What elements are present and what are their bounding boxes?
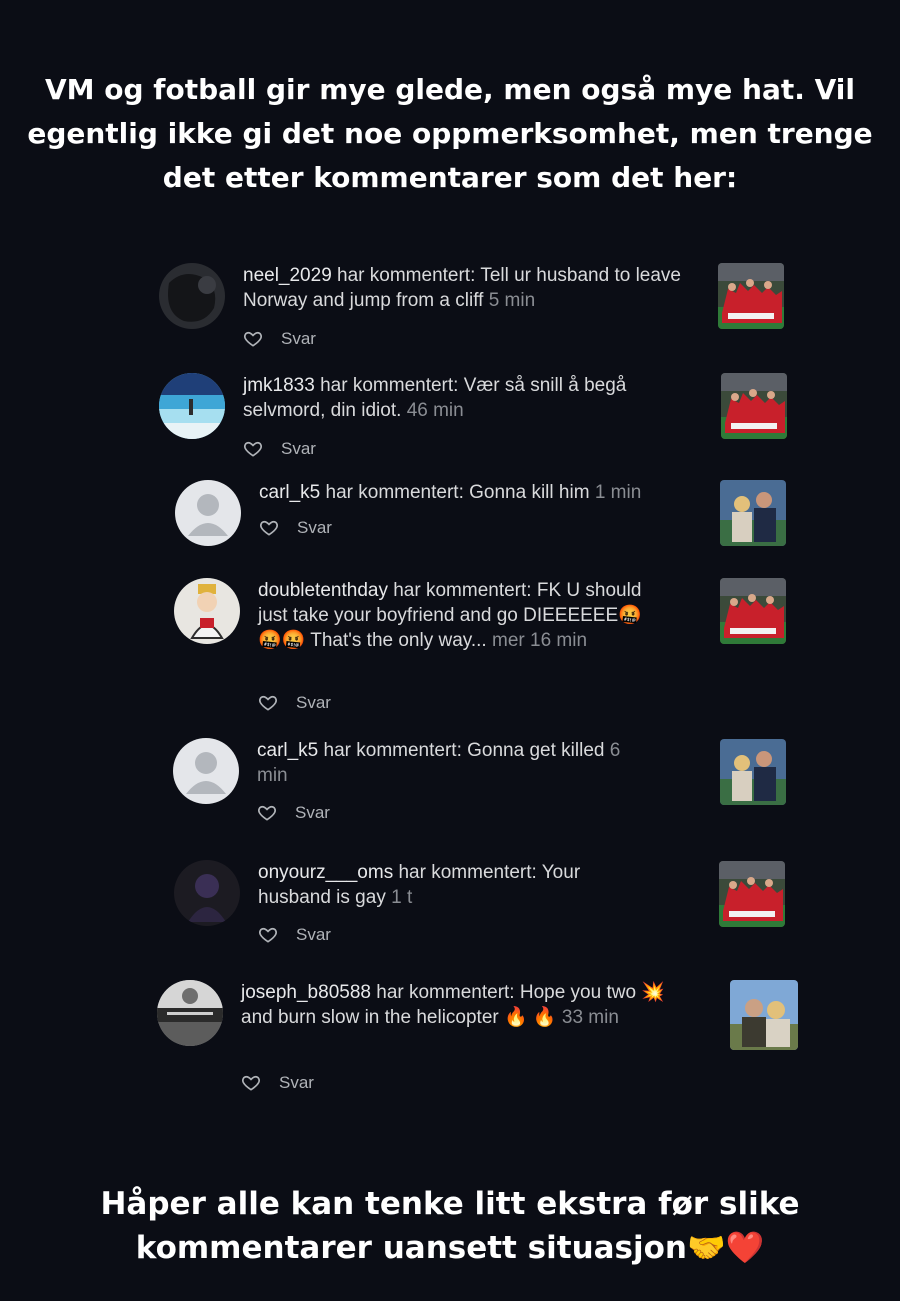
comment-item: doubletenthday har kommentert: FK U shou… — [174, 578, 790, 718]
reply-button[interactable]: Svar — [296, 925, 331, 945]
comment-username[interactable]: onyourz___oms — [258, 862, 393, 883]
team-celebration-thumbnail-icon[interactable] — [720, 578, 786, 644]
comment-time: 33 min — [561, 1007, 619, 1028]
comment-username[interactable]: jmk1833 — [243, 375, 315, 396]
heart-icon[interactable] — [241, 1073, 261, 1093]
dark-blob-avatar-icon[interactable] — [159, 263, 225, 329]
comment-item: joseph_b80588 har kommentert: Hope you t… — [157, 980, 800, 1095]
comment-text: doubletenthday har kommentert: FK U shou… — [258, 578, 648, 653]
comment-actions: Svar — [258, 925, 331, 945]
comment-action: har kommentert: — [314, 375, 464, 396]
comment-text: joseph_b80588 har kommentert: Hope you t… — [241, 980, 696, 1030]
comment-action: har kommentert: — [320, 482, 470, 503]
comment-actions: Svar — [241, 1073, 314, 1093]
grayscale-poster-avatar-icon[interactable] — [157, 980, 223, 1046]
comment-actions: Svar — [243, 329, 316, 349]
comment-action: har kommentert: — [318, 740, 468, 761]
comment-action: har kommentert: — [370, 982, 520, 1003]
comment-time: 1 t — [391, 887, 413, 908]
comment-text: carl_k5 har kommentert: Gonna kill him 1… — [259, 480, 719, 505]
heart-icon[interactable] — [258, 925, 278, 945]
comment-actions: Svar — [259, 518, 332, 538]
comment-body: onyourz___oms har kommentert: Your husba… — [258, 860, 648, 910]
couple-stadium-thumbnail-icon[interactable] — [720, 480, 786, 546]
reply-button[interactable]: Svar — [296, 693, 331, 713]
reply-button[interactable]: Svar — [297, 518, 332, 538]
comment-actions: Svar — [243, 439, 316, 459]
comment-text: onyourz___oms har kommentert: Your husba… — [258, 860, 648, 910]
comment-time: 5 min — [488, 290, 536, 311]
reply-button[interactable]: Svar — [281, 439, 316, 459]
more-link[interactable]: mer — [492, 630, 525, 651]
comment-action: har kommentert: — [331, 265, 481, 286]
default-user-avatar-icon[interactable] — [175, 480, 241, 546]
comment-item: onyourz___oms har kommentert: Your husba… — [174, 860, 790, 950]
comment-item: jmk1833 har kommentert: Vær så snill å b… — [159, 373, 789, 463]
default-user-avatar-icon[interactable] — [173, 738, 239, 804]
comment-time: 46 min — [406, 400, 464, 421]
comment-body: joseph_b80588 har kommentert: Hope you t… — [241, 980, 696, 1030]
caption-line: kommentarer uansett situasjon🤝❤️ — [135, 1230, 765, 1266]
comment-body: carl_k5 har kommentert: Gonna kill him 1… — [259, 480, 719, 505]
heart-icon[interactable] — [257, 803, 277, 823]
comment-text: jmk1833 har kommentert: Vær så snill å b… — [243, 373, 703, 423]
comment-time: 1 min — [594, 482, 642, 503]
cartoon-character-avatar-icon[interactable] — [174, 578, 240, 644]
reply-button[interactable]: Svar — [279, 1073, 314, 1093]
comment-actions: Svar — [257, 803, 330, 823]
comment-text: carl_k5 har kommentert: Gonna get killed… — [257, 738, 627, 788]
couple-stadium-thumbnail-icon[interactable] — [720, 739, 786, 805]
comment-body: neel_2029 har kommentert: Tell ur husban… — [243, 263, 703, 313]
comment-username[interactable]: carl_k5 — [257, 740, 318, 761]
comment-body: doubletenthday har kommentert: FK U shou… — [258, 578, 648, 653]
heart-icon[interactable] — [243, 439, 263, 459]
heart-icon[interactable] — [259, 518, 279, 538]
caption-line: det etter kommentarer som det her: — [162, 161, 738, 194]
comment-action: har kommentert: — [387, 580, 537, 601]
beach-avatar-icon[interactable] — [159, 373, 225, 439]
comment-action: har kommentert: — [393, 862, 542, 883]
caption-line: Håper alle kan tenke litt ekstra før sli… — [100, 1186, 800, 1222]
caption-line: egentlig ikke gi det noe oppmerksomhet, … — [27, 117, 873, 150]
couple-outdoor-thumbnail-icon[interactable] — [730, 980, 798, 1050]
comment-message: Gonna get killed — [467, 740, 605, 761]
caption-line: VM og fotball gir mye glede, men også my… — [45, 73, 855, 106]
story-caption-top: VM og fotball gir mye glede, men også my… — [0, 68, 900, 200]
comment-body: carl_k5 har kommentert: Gonna get killed… — [257, 738, 627, 788]
comment-time: 16 min — [530, 630, 588, 651]
team-celebration-thumbnail-icon[interactable] — [719, 861, 785, 927]
comment-actions: Svar — [258, 693, 331, 713]
comment-username[interactable]: doubletenthday — [258, 580, 388, 601]
team-celebration-thumbnail-icon[interactable] — [718, 263, 784, 329]
dark-figure-avatar-icon[interactable] — [174, 860, 240, 926]
comment-username[interactable]: joseph_b80588 — [241, 982, 371, 1003]
reply-button[interactable]: Svar — [281, 329, 316, 349]
heart-icon[interactable] — [258, 693, 278, 713]
reply-button[interactable]: Svar — [295, 803, 330, 823]
comment-message: Gonna kill him — [469, 482, 590, 503]
comment-username[interactable]: neel_2029 — [243, 265, 332, 286]
team-celebration-thumbnail-icon[interactable] — [721, 373, 787, 439]
comment-item: neel_2029 har kommentert: Tell ur husban… — [159, 263, 789, 353]
heart-icon[interactable] — [243, 329, 263, 349]
comment-text: neel_2029 har kommentert: Tell ur husban… — [243, 263, 703, 313]
comment-username[interactable]: carl_k5 — [259, 482, 320, 503]
comment-item: carl_k5 har kommentert: Gonna get killed… — [173, 738, 790, 828]
story-caption-bottom: Håper alle kan tenke litt ekstra før sli… — [0, 1182, 900, 1270]
comment-body: jmk1833 har kommentert: Vær så snill å b… — [243, 373, 703, 423]
comment-item: carl_k5 har kommentert: Gonna kill him 1… — [175, 480, 790, 550]
